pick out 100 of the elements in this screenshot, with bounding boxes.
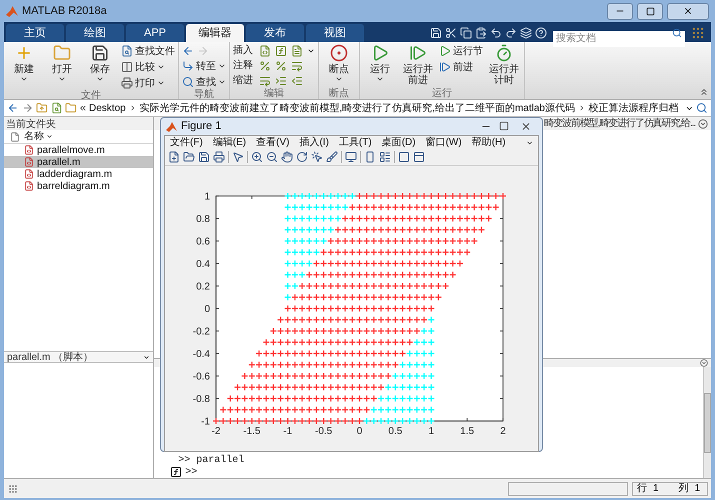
printer-icon[interactable]	[213, 151, 225, 163]
redo-icon[interactable]	[505, 27, 517, 39]
menu-item[interactable]: 窗口(W)	[426, 135, 462, 150]
panel-title: 当前文件夹	[5, 118, 57, 130]
command-prompt[interactable]: >>	[185, 464, 198, 480]
wrap-icon[interactable]	[291, 60, 303, 72]
menu-item[interactable]: 工具(T)	[338, 135, 372, 150]
scrollbar[interactable]	[703, 367, 711, 478]
y-tick-label: 0.8	[196, 214, 210, 224]
monitor-icon[interactable]	[345, 151, 357, 163]
menu-item[interactable]: 编辑(E)	[212, 135, 246, 150]
folder-up-icon[interactable]	[36, 102, 48, 114]
menu-item[interactable]: 文件(F)	[170, 135, 203, 150]
panel-menu-icon[interactable]	[698, 118, 708, 128]
square-icon[interactable]	[398, 151, 410, 163]
new-file-icon[interactable]	[168, 151, 180, 163]
ribbon-button[interactable]: 前进	[439, 60, 483, 74]
row-label: 注释	[233, 58, 254, 73]
ribbon-button[interactable]: 运行并计时	[487, 44, 521, 88]
x-tick-label: -1	[283, 426, 292, 436]
ribbon-button[interactable]: 打开	[45, 44, 79, 90]
search-icon	[182, 76, 194, 88]
status-grip-icon[interactable]	[7, 484, 19, 494]
ribbon-tab[interactable]: 视图	[306, 24, 364, 42]
insert-icon[interactable]	[259, 44, 271, 56]
path-segment[interactable]: 校正算法源程序归档	[588, 100, 679, 116]
brush-icon[interactable]	[326, 151, 338, 163]
x-tick-label: 0	[356, 426, 362, 436]
maximize-icon	[646, 6, 654, 16]
ribbon-button[interactable]: 转至	[182, 59, 226, 73]
zoom-out-icon[interactable]	[266, 151, 278, 163]
pointer-icon[interactable]	[232, 151, 244, 163]
file-row[interactable]: parallelmove.m	[4, 144, 154, 156]
percent-icon[interactable]	[259, 60, 271, 72]
maximize-icon[interactable]	[497, 121, 511, 132]
panel-menu-icon[interactable]	[700, 359, 708, 367]
ribbon-tab[interactable]: 绘图	[66, 24, 124, 42]
menu-item[interactable]: 桌面(D)	[382, 135, 416, 150]
data-cursor-icon[interactable]	[311, 151, 323, 163]
maximize-button[interactable]	[637, 2, 663, 20]
rotate-icon[interactable]	[296, 151, 308, 163]
help-icon[interactable]	[535, 27, 547, 39]
indent-icon[interactable]	[275, 74, 287, 86]
menu-item[interactable]: 帮助(H)	[472, 135, 506, 150]
undo-icon[interactable]	[490, 27, 502, 39]
close-button[interactable]	[667, 2, 709, 20]
back-arrow-icon[interactable]	[182, 44, 194, 56]
window-title: Figure 1	[181, 119, 222, 134]
outdent-icon[interactable]	[291, 74, 303, 86]
file-row[interactable]: parallel.m	[4, 156, 154, 168]
back-arrow-icon[interactable]	[7, 102, 19, 114]
scissors-icon[interactable]	[445, 27, 457, 39]
script-icon[interactable]	[291, 44, 303, 56]
menu-item[interactable]: 查看(V)	[256, 135, 290, 150]
copy-icon[interactable]	[460, 27, 472, 39]
collapse-icon[interactable]	[699, 87, 709, 97]
file-row[interactable]: ladderdiagram.m	[4, 168, 154, 180]
path-prefix[interactable]: «	[80, 100, 86, 116]
hand-icon[interactable]	[281, 151, 293, 163]
function-icon[interactable]	[275, 44, 287, 56]
y-tick-label: 0	[204, 304, 210, 314]
file-search-icon	[121, 45, 133, 57]
ribbon-button[interactable]: 打印	[121, 76, 175, 90]
drag-handle-icon[interactable]	[691, 26, 705, 40]
sort-caret-icon	[46, 133, 53, 140]
ribbon-button[interactable]: 比较	[121, 60, 175, 74]
close-icon	[683, 6, 693, 16]
ribbon-button[interactable]: 运行并前进	[401, 44, 435, 88]
caret-icon[interactable]	[143, 354, 150, 360]
x-tick-label: -0.5	[315, 426, 332, 436]
ribbon-tab[interactable]: 编辑器	[186, 24, 244, 42]
path-segment[interactable]: Desktop	[89, 100, 126, 116]
column-header[interactable]: 名称	[24, 129, 53, 144]
file-row[interactable]: barreldiagram.m	[4, 180, 154, 192]
ribbon-button[interactable]: 断点	[322, 44, 356, 88]
ribbon-button[interactable]: 查找	[182, 75, 226, 89]
zoom-in-icon[interactable]	[251, 151, 263, 163]
script-file-icon	[24, 157, 34, 167]
script-file-icon	[24, 181, 34, 191]
doc-search-field[interactable]: 搜索文档	[553, 30, 685, 46]
ribbon-button[interactable]: 新建	[7, 44, 41, 90]
ribbon-tab[interactable]: APP	[126, 24, 184, 42]
panel-icon[interactable]	[413, 151, 425, 163]
ribbon-button[interactable]: 查找文件	[121, 44, 175, 58]
ribbon-tab[interactable]: 发布	[246, 24, 304, 42]
ribbon-tab[interactable]: 主页	[6, 24, 64, 42]
function-browser-icon[interactable]	[170, 466, 182, 478]
paste-icon[interactable]	[475, 27, 487, 39]
folder-icon[interactable]	[183, 151, 195, 163]
menu-item[interactable]: 插入(I)	[299, 135, 329, 150]
legend-icon[interactable]	[379, 151, 391, 163]
path-segment[interactable]: 实际光学元件的畸变波前建立了畸变波前模型,畸变进行了仿真研究,给出了二维平面的matlab源代码	[139, 100, 575, 116]
y-tick-label: -0.8	[192, 394, 210, 404]
search-icon[interactable]	[696, 102, 708, 114]
ribbon-button[interactable]: 运行	[363, 44, 397, 88]
forward-arrow-icon[interactable]	[22, 102, 34, 114]
save-icon[interactable]	[198, 151, 210, 163]
ribbon-button[interactable]: 运行节	[439, 44, 483, 58]
ribbon-button[interactable]: 保存	[83, 44, 117, 90]
editor-tab-title[interactable]: 畸变波前模型,畸变进行了仿真研究,给...	[544, 116, 695, 131]
